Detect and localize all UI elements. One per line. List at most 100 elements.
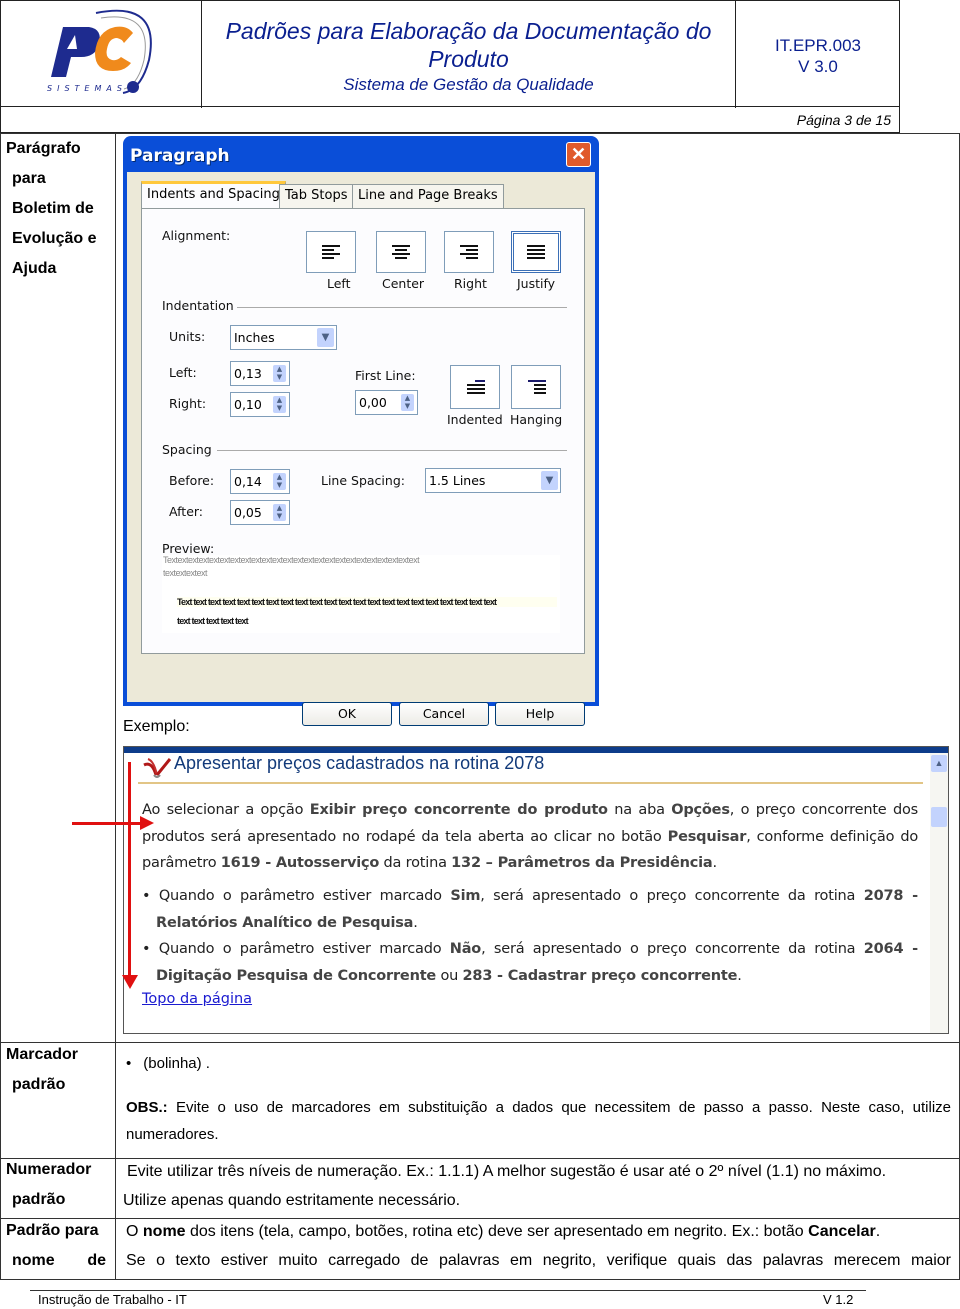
preview-current-paragraph-2: text text text text text: [177, 616, 249, 626]
footer-doc-type: Instrução de Trabalho - IT: [38, 1292, 187, 1307]
hanging-button[interactable]: [511, 365, 561, 409]
indentation-label: Indentation: [162, 298, 234, 313]
row-label-padrao-nome: Padrão para nome de: [6, 1216, 106, 1276]
after-value: 0,05: [234, 505, 262, 520]
page-number: Página 3 de 15: [796, 112, 891, 128]
label-line: Boletim de: [12, 200, 94, 217]
code-cell: IT.EPR.003 V 3.0: [736, 1, 900, 108]
align-justify-icon: [527, 245, 545, 261]
ok-button[interactable]: OK: [302, 702, 392, 726]
obs-label: OBS.:: [126, 1099, 168, 1116]
align-left-icon: [322, 245, 340, 261]
tab-indents-spacing[interactable]: Indents and Spacing: [141, 181, 286, 209]
text-run: .: [413, 914, 418, 931]
chevron-down-icon: ▼: [317, 328, 334, 347]
indentation-separator: [237, 307, 567, 308]
text-run: ou: [436, 967, 463, 984]
spinner-icon[interactable]: ▲ ▼: [273, 473, 286, 490]
help-heading: Apresentar preços cadastrados na rotina …: [174, 753, 545, 773]
left-indent-value: 0,13: [234, 366, 262, 381]
align-justify-button[interactable]: [511, 231, 561, 273]
numerador-text-1: Evite utilizar três níveis de numeração.…: [127, 1163, 887, 1180]
help-bullet-2: • Quando o parâmetro estiver marcado Não…: [142, 936, 918, 989]
bullet-text: Quando o parâmetro estiver marcado Não, …: [156, 941, 918, 984]
first-line-label: First Line:: [355, 368, 416, 383]
spinner-icon[interactable]: ▲ ▼: [401, 394, 414, 411]
bold-run: 1619 - Autosserviço: [220, 855, 380, 871]
document-header: SISTEMAS Padrões para Elaboração da Docu…: [0, 0, 900, 108]
footer-rule: [30, 1290, 866, 1291]
scroll-up-icon[interactable]: ▲: [931, 755, 947, 772]
tab-line-page-breaks[interactable]: Line and Page Breaks: [352, 184, 504, 208]
arrow-down-icon: [122, 975, 138, 989]
spinner-icon[interactable]: ▲ ▼: [273, 504, 286, 521]
spinner-icon[interactable]: ▲ ▼: [273, 396, 286, 413]
page-info-bar: Página 3 de 15: [0, 107, 900, 133]
help-bullet-1: • Quando o parâmetro estiver marcado Sim…: [142, 883, 918, 936]
help-button[interactable]: Help: [495, 702, 585, 726]
indented-button[interactable]: [450, 365, 500, 409]
units-value: Inches: [234, 330, 275, 345]
hanging-label: Hanging: [510, 412, 563, 427]
label-line: nome de: [12, 1252, 106, 1269]
label-line: padrão: [12, 1191, 66, 1208]
numerador-text-2: Utilize apenas quando estritamente neces…: [123, 1192, 461, 1209]
before-value: 0,14: [234, 474, 262, 489]
row-label-marcador: Marcador padrão: [6, 1040, 78, 1100]
bold-run: Sim: [450, 888, 481, 904]
cancel-button[interactable]: Cancel: [399, 702, 489, 726]
align-right-label: Right: [454, 276, 487, 291]
scroll-thumb[interactable]: [931, 807, 947, 827]
spinner-icon[interactable]: ▲ ▼: [273, 365, 286, 382]
right-indent-input[interactable]: 0,10 ▲ ▼: [230, 392, 290, 417]
units-label: Units:: [169, 329, 206, 344]
right-indent-value: 0,10: [234, 397, 262, 412]
tab-tab-stops[interactable]: Tab Stops: [279, 184, 354, 208]
first-line-input[interactable]: 0,00 ▲ ▼: [355, 390, 418, 415]
title-cell: Padrões para Elaboração da Documentação …: [202, 1, 736, 108]
alignment-label: Alignment:: [162, 228, 231, 243]
text-run: .: [712, 855, 718, 871]
padrao-nome-text-2: Se o texto estiver muito carregado de pa…: [126, 1252, 951, 1269]
label-line: Padrão para: [6, 1222, 99, 1239]
bold-run: Opções: [671, 802, 730, 818]
example-help-screen: Apresentar preços cadastrados na rotina …: [123, 746, 949, 1034]
after-input[interactable]: 0,05 ▲ ▼: [230, 500, 290, 525]
align-left-button[interactable]: [306, 231, 356, 273]
line-spacing-select[interactable]: 1.5 Lines ▼: [425, 468, 561, 493]
text-run: da rotina: [379, 855, 452, 871]
align-right-button[interactable]: [444, 231, 494, 273]
preview-prev-paragraph-2: textextextext: [163, 568, 208, 578]
bullet-text: (bolinha) .: [143, 1055, 210, 1072]
text-run: dos itens (tela, campo, botões, rotina e…: [185, 1223, 809, 1240]
paragraph-dialog: Paragraph ✕ Indents and Spacing Tab Stop…: [123, 136, 599, 726]
column-divider: [115, 134, 116, 1279]
align-center-icon: [392, 245, 410, 261]
left-indent-input[interactable]: 0,13 ▲ ▼: [230, 361, 290, 386]
label-line: Evolução e: [12, 230, 97, 247]
heading-rule: [138, 782, 923, 784]
units-select[interactable]: Inches ▼: [230, 325, 337, 350]
before-input[interactable]: 0,14 ▲ ▼: [230, 469, 290, 494]
preview-box: Textextextextextextextextextextextextext…: [162, 555, 560, 633]
row-divider: [1, 1042, 959, 1043]
align-right-icon: [460, 245, 478, 261]
document-subtitle: Sistema de Gestão da Qualidade: [343, 75, 594, 94]
hanging-icon: [528, 380, 546, 396]
label-line: padrão: [12, 1076, 66, 1093]
bold-run: nome: [142, 1223, 186, 1240]
close-icon: ✕: [570, 144, 587, 164]
align-center-button[interactable]: [376, 231, 426, 273]
line-spacing-value: 1.5 Lines: [429, 473, 486, 488]
text-run: Quando o parâmetro estiver marcado: [158, 941, 450, 957]
vertical-scrollbar[interactable]: ▲: [930, 753, 948, 1033]
top-of-page-link[interactable]: Topo da página: [142, 991, 252, 1007]
align-justify-label: Justify: [517, 276, 556, 291]
pc-sistemas-logo-icon: SISTEMAS: [47, 9, 152, 94]
preview-current-paragraph: Text text text text text text text text …: [177, 597, 557, 607]
close-button[interactable]: ✕: [566, 142, 591, 167]
dialog-title: Paragraph: [130, 146, 230, 166]
spacing-separator: [217, 450, 567, 451]
bold-run: Cancelar: [808, 1223, 876, 1240]
first-line-value: 0,00: [359, 395, 387, 410]
